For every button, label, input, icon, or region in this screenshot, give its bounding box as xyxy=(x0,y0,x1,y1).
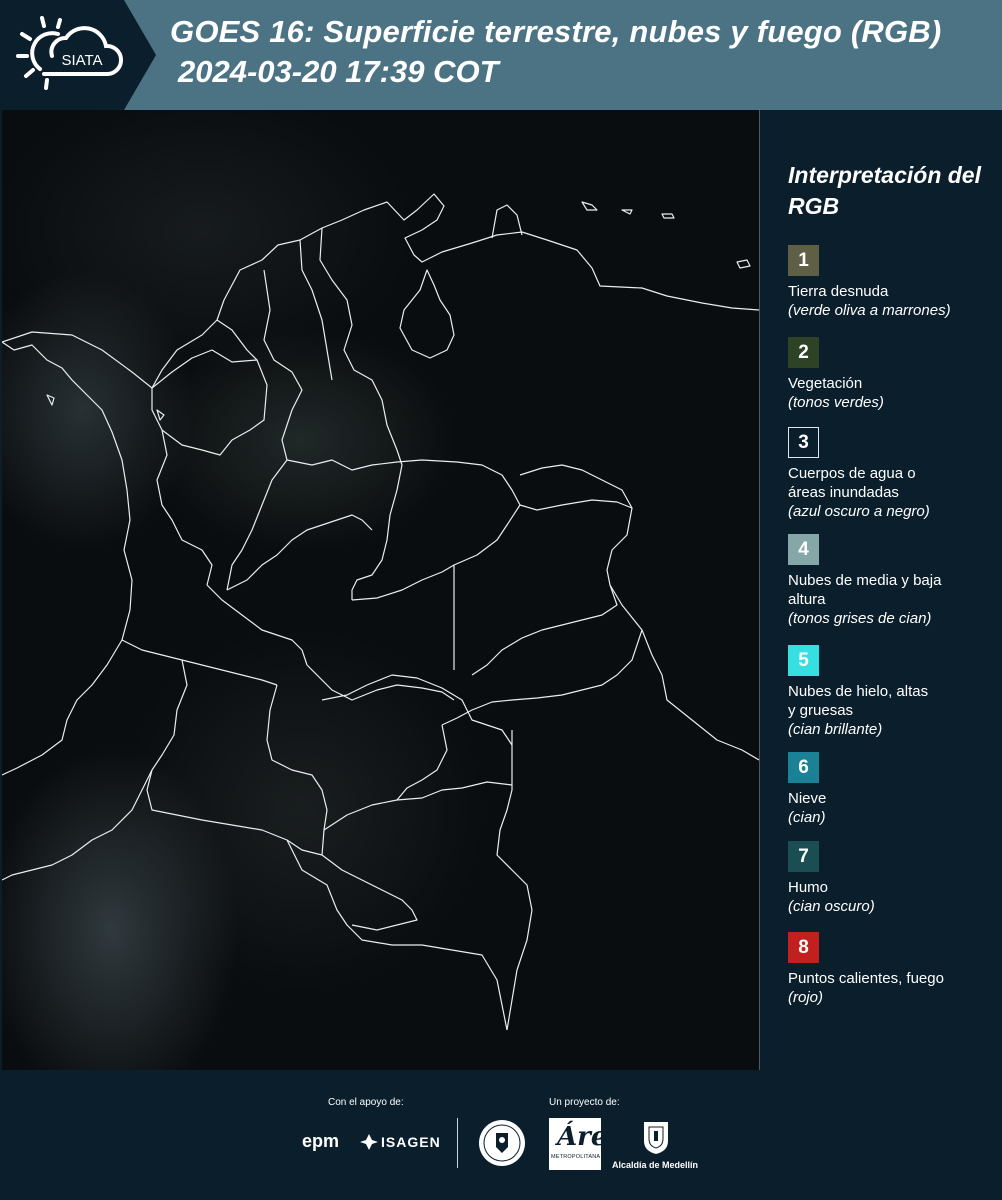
page-title: GOES 16: Superficie terrestre, nubes y f… xyxy=(170,14,942,49)
maracaibo-lake xyxy=(399,269,455,359)
legend-item: 5 Nubes de hielo, altas y gruesas (cian br… xyxy=(788,645,993,739)
caribbean-coastline xyxy=(2,193,759,389)
legend-label: Humo xyxy=(788,879,829,896)
alcaldia-shield-icon xyxy=(644,1122,668,1154)
boundary-6 xyxy=(156,429,213,586)
footer-divider xyxy=(457,1118,458,1168)
alcaldia-logo-text: Alcaldía de Medellín xyxy=(612,1160,699,1170)
legend-sublabel: (cian) xyxy=(788,809,826,826)
legend-sublabel: (tonos grises de cian) xyxy=(788,610,932,627)
boundary-lines xyxy=(2,193,759,1031)
pacific-coastline xyxy=(2,341,133,776)
legend-label: Puntos calientes, fuego xyxy=(788,970,944,987)
satellite-map xyxy=(2,110,759,1070)
boundary-18 xyxy=(266,684,328,856)
legend-item: 7 Humo (cian oscuro) xyxy=(788,841,993,916)
boundary-27 xyxy=(641,629,759,761)
legend-sublabel: (azul oscuro a negro) xyxy=(788,503,930,520)
boundary-7 xyxy=(286,459,521,506)
legend-label: Cuerpos de agua o áreas inundadas xyxy=(788,465,916,501)
siata-logo: SIATA xyxy=(0,0,156,110)
legend-sublabel: (cian oscuro) xyxy=(788,898,875,915)
area-logo-sub: METROPOLITANA xyxy=(551,1154,601,1160)
legend-swatch: 6 xyxy=(788,752,819,783)
boundary-17 xyxy=(146,659,323,856)
boundary-9 xyxy=(471,499,633,676)
boundary-22 xyxy=(396,724,448,801)
boundary-3 xyxy=(319,227,403,466)
island-3 xyxy=(661,213,675,219)
island-5 xyxy=(46,394,55,406)
boundary-26 xyxy=(321,854,418,931)
boundary-16 xyxy=(121,639,278,686)
island-6 xyxy=(156,409,165,421)
boundary-19 xyxy=(321,674,513,746)
legend-item: 2 Vegetación (tonos verdes) xyxy=(788,337,993,412)
boundary-15 xyxy=(306,664,455,701)
legend-swatch: 4 xyxy=(788,534,819,565)
legend-item: 6 Nieve (cian) xyxy=(788,752,993,827)
boundary-5 xyxy=(299,239,333,381)
legend-swatch: 5 xyxy=(788,645,819,676)
map-divider xyxy=(759,110,760,1070)
boundary-10 xyxy=(351,564,455,670)
legend-sublabel: (verde oliva a marrones) xyxy=(788,302,951,319)
island-2 xyxy=(621,209,633,215)
page-datetime: 2024-03-20 17:39 COT xyxy=(178,54,499,89)
legend-title: Interpretación del RGB xyxy=(788,162,981,219)
isagen-icon xyxy=(360,1134,378,1150)
boundary-25 xyxy=(506,909,533,1031)
siata-logo-text: SIATA xyxy=(61,52,102,69)
boundary-24 xyxy=(286,839,508,1031)
legend-swatch: 2 xyxy=(788,337,819,368)
legend-label: Vegetación xyxy=(788,375,863,392)
support-label: Con el apoyo de: xyxy=(328,1097,404,1108)
island-1 xyxy=(581,201,598,211)
boundary-1 xyxy=(151,349,268,456)
boundary-11 xyxy=(453,504,521,566)
legend-item: 1 Tierra desnuda (verde oliva a marrones) xyxy=(788,245,993,320)
legend-label: Nieve xyxy=(788,790,827,807)
boundary-14 xyxy=(226,514,373,591)
legend-swatch: 1 xyxy=(788,245,819,276)
legend-item: 4 Nubes de media y baja altura (tonos gris… xyxy=(788,534,993,628)
legend-label: Tierra desnuda xyxy=(788,283,889,300)
legend-label: Nubes de hielo, altas y gruesas xyxy=(788,683,929,719)
project-label: Un proyecto de: xyxy=(549,1097,620,1108)
header-bar: SIATA GOES 16: Superficie terrestre, nub… xyxy=(0,0,1002,110)
boundary-4 xyxy=(216,319,258,361)
isagen-logo: ISAGEN xyxy=(381,1134,441,1150)
boundary-23 xyxy=(2,769,153,881)
area-logo-letter: Área xyxy=(557,1122,625,1152)
boundary-8 xyxy=(351,464,403,600)
legend-label: Nubes de media y baja altura xyxy=(788,572,942,608)
boundary-12 xyxy=(441,584,643,726)
legend-sublabel: (cian brillante) xyxy=(788,721,883,738)
legend-item: 3 Cuerpos de agua o áreas inundadas (azul … xyxy=(788,427,993,521)
legend-swatch: 3 xyxy=(788,427,819,458)
sun-cloud-icon: SIATA xyxy=(16,16,124,90)
boundary-21 xyxy=(496,730,533,911)
legend-sublabel: (rojo) xyxy=(788,989,824,1006)
epm-logo: epm xyxy=(302,1131,340,1151)
legend-swatch: 8 xyxy=(788,932,819,963)
island-4 xyxy=(736,259,751,269)
legend-swatch: 7 xyxy=(788,841,819,872)
legend-item: 8 Puntos calientes, fuego (rojo) xyxy=(788,932,993,1007)
medellin-seal-icon xyxy=(479,1120,525,1166)
boundary-20 xyxy=(323,781,513,831)
boundary-13 xyxy=(206,584,308,666)
legend-sublabel: (tonos verdes) xyxy=(788,394,884,411)
area-metropolitana-logo: Área METROPOLITANA xyxy=(549,1118,624,1170)
